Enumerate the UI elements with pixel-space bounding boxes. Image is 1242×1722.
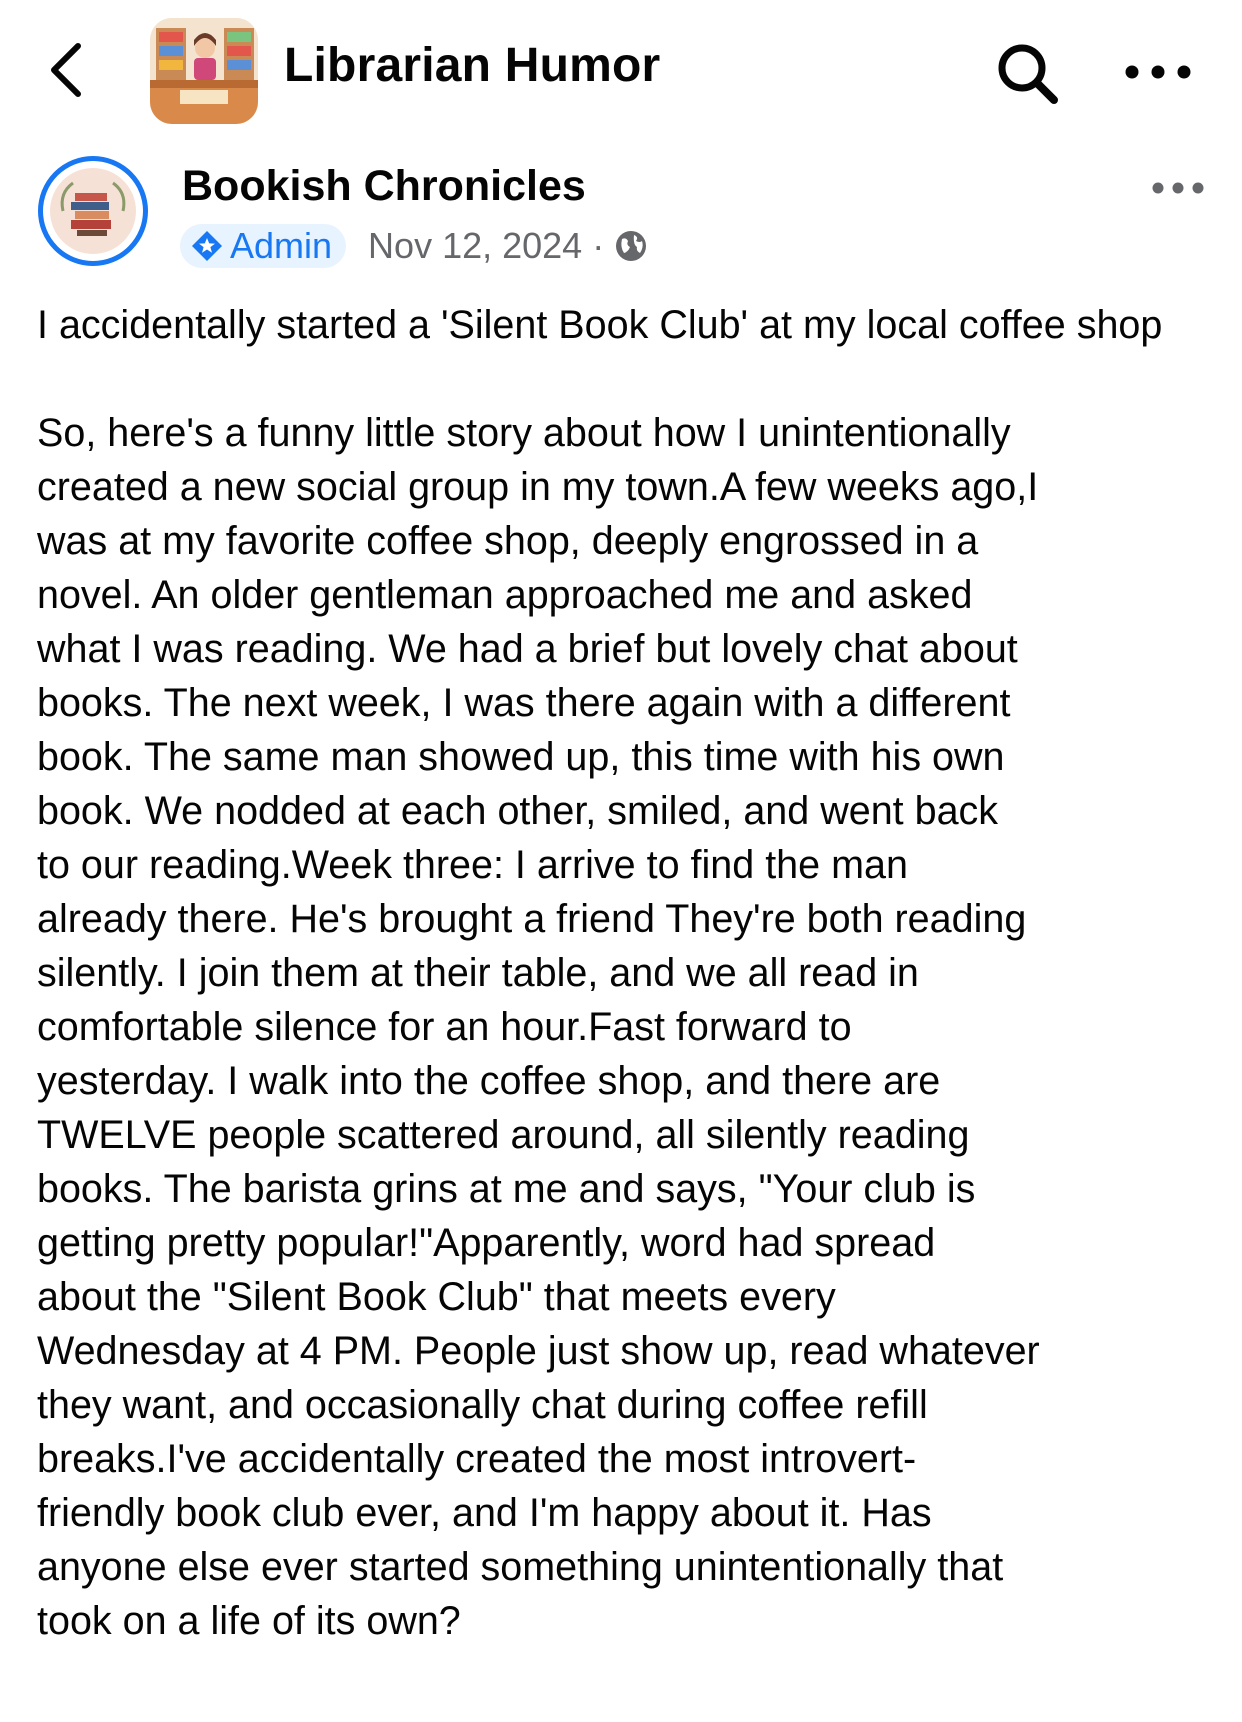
post-line: about the "Silent Book Club" that meets … (37, 1275, 836, 1319)
globe-icon (616, 231, 647, 261)
post-line: novel. An older gentleman approached me … (37, 573, 973, 617)
post-line: friendly book club ever, and I'm happy a… (37, 1491, 932, 1535)
post-line: books. The next week, I was there again … (37, 681, 1011, 725)
post-line: book. The same man showed up, this time … (37, 735, 1005, 779)
post-title: I accidentally started a 'Silent Book Cl… (37, 303, 1163, 347)
post-line: comfortable silence for an hour.Fast for… (37, 1005, 852, 1049)
admin-badge-label: Admin (230, 225, 333, 266)
search-icon (998, 44, 1058, 104)
post-line: yesterday. I walk into the coffee shop, … (37, 1059, 941, 1103)
back-chevron-icon (51, 43, 81, 97)
more-horizontal-icon (1125, 65, 1191, 79)
post-line: breaks.I've accidentally created the mos… (37, 1437, 917, 1481)
post-line: what I was reading. We had a brief but l… (37, 627, 1018, 671)
post-more-icon (1152, 182, 1204, 194)
post-line: book. We nodded at each other, smiled, a… (37, 789, 999, 833)
post-line: created a new social group in my town.A … (37, 465, 1039, 509)
post-line: already there. He's brought a friend The… (37, 897, 1027, 941)
group-avatar[interactable] (150, 18, 258, 124)
post-line: TWELVE people scattered around, all sile… (37, 1113, 970, 1157)
books-logo-icon (60, 181, 126, 236)
post-line: was at my favorite coffee shop, deeply e… (37, 519, 979, 563)
group-name[interactable]: Librarian Humor (284, 38, 660, 93)
post-options-button[interactable] (1150, 176, 1206, 200)
post-line: anyone else ever started something unint… (37, 1545, 1004, 1589)
post-line: to our reading.Week three: I arrive to f… (37, 843, 908, 887)
post-story: So, here's a funny little story about ho… (37, 406, 1217, 1648)
library-illustration (150, 18, 258, 124)
more-options-button[interactable] (1120, 54, 1196, 90)
post-date[interactable]: Nov 12, 2024 (368, 225, 582, 267)
top-bar: Librarian Humor (0, 0, 1242, 140)
post-line: books. The barista grins at me and says,… (37, 1167, 976, 1211)
post-line: Wednesday at 4 PM. People just show up, … (37, 1329, 1040, 1373)
author-name[interactable]: Bookish Chronicles (182, 162, 586, 211)
back-button[interactable] (40, 34, 100, 106)
post-line: So, here's a funny little story about ho… (37, 411, 1011, 455)
author-avatar[interactable] (38, 156, 148, 266)
admin-shield-icon (192, 231, 222, 261)
post-line: getting pretty popular!"Apparently, word… (37, 1221, 936, 1265)
post-meta: Admin Nov 12, 2024 · (180, 222, 648, 270)
meta-separator: · (592, 225, 605, 266)
post-line: took on a life of its own? (37, 1599, 461, 1643)
search-button[interactable] (992, 38, 1064, 110)
post-line: they want, and occasionally chat during … (37, 1383, 928, 1427)
post-header: Bookish Chronicles Admin Nov 12, 2024 · (0, 140, 1242, 290)
post-line: silently. I join them at their table, an… (37, 951, 919, 995)
admin-badge[interactable]: Admin (180, 224, 347, 268)
post-body: I accidentally started a 'Silent Book Cl… (37, 298, 1217, 1648)
